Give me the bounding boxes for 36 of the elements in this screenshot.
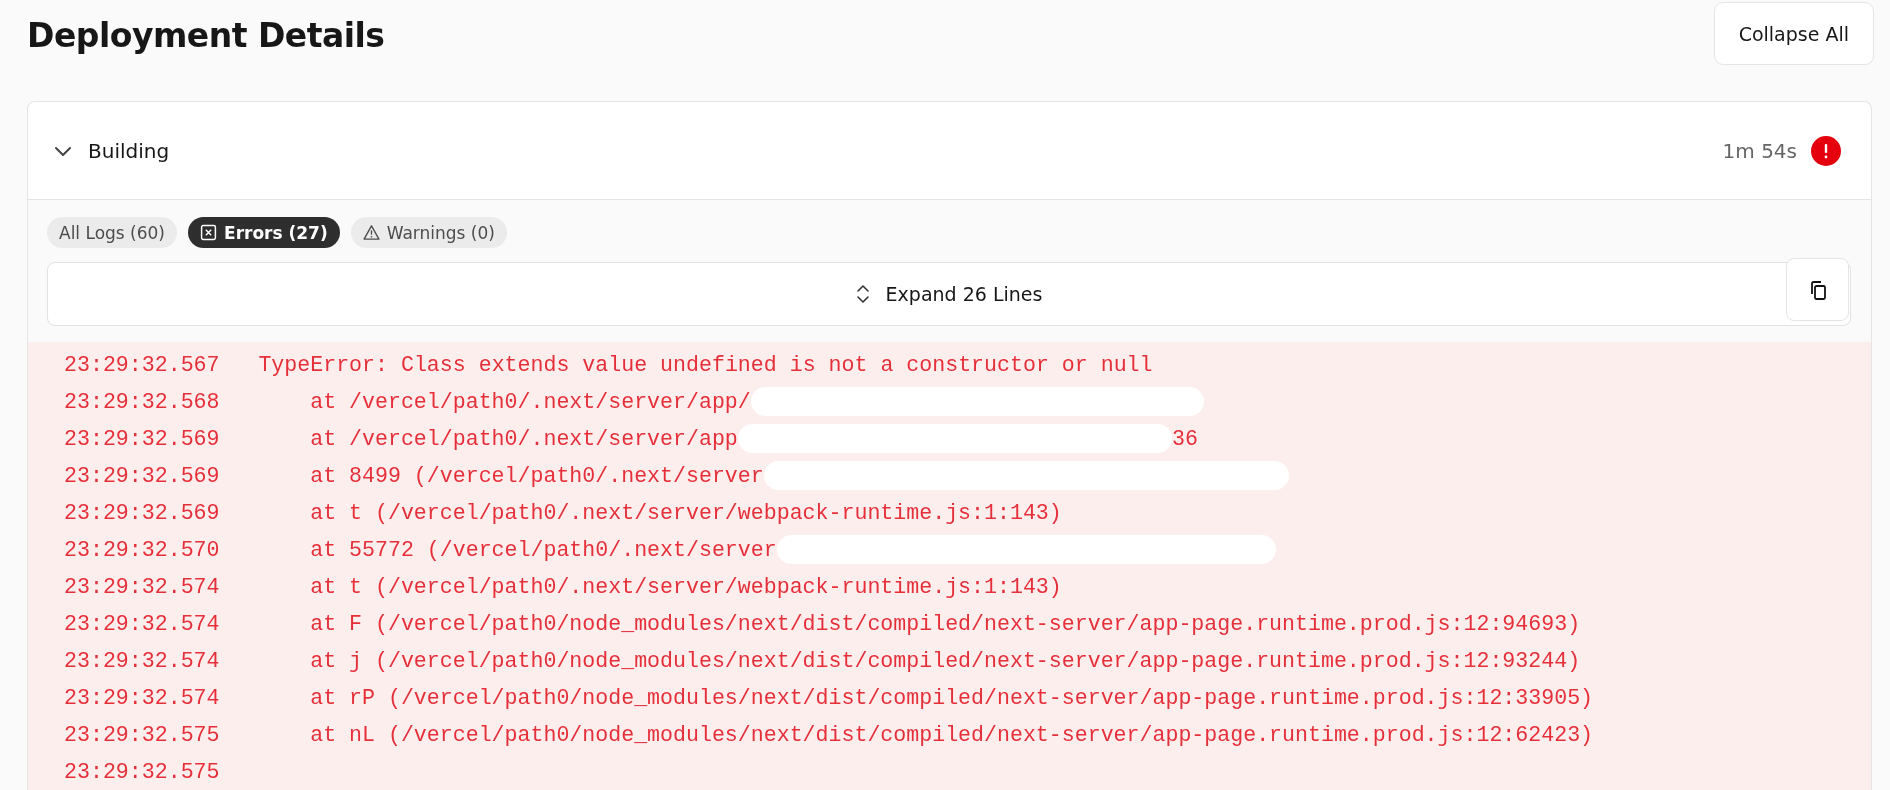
expand-lines-button[interactable]: Expand 26 Lines [47, 262, 1851, 326]
log-timestamp: 23:29:32.567 [64, 352, 220, 377]
section-title: Building [88, 138, 171, 163]
log-message: at /vercel/path0/.next/server/app/ [310, 389, 751, 414]
log-message: at nL (/vercel/path0/node_modules/next/dist/compiled/next-server/app-page.runtime.prod.js:12:62423) [310, 722, 1594, 747]
log-message: at F (/vercel/path0/node_modules/next/dist/compiled/next-server/app-page.runtime.prod.js:12:94693) [310, 611, 1581, 636]
log-message: TypeError: Class extends value undefined is not a constructor or null [258, 352, 1153, 377]
log-timestamp: 23:29:32.574 [64, 574, 220, 599]
log-message: at rP (/vercel/path0/node_modules/next/dist/compiled/next-server/app-page.runtime.prod.js:12:33905) [310, 685, 1594, 710]
filter-tab[interactable]: Warnings (0) [350, 217, 507, 248]
log-timestamp: 23:29:32.570 [64, 537, 220, 562]
log-message: at t (/vercel/path0/.next/server/webpack-runtime.js:1:143) [310, 500, 1062, 525]
log-timestamp: 23:29:32.569 [64, 500, 220, 525]
log-message: at 8499 (/vercel/path0/.next/server [310, 463, 764, 488]
log-message: 36 [1171, 426, 1198, 451]
log-timestamp: 23:29:32.575 [64, 759, 220, 784]
log-timestamp: 23:29:32.574 [64, 685, 220, 710]
log-message: at 55772 (/vercel/path0/.next/server [310, 537, 777, 562]
filter-tab[interactable]: All Logs (60) [47, 217, 177, 248]
log-timestamp: 23:29:32.574 [64, 611, 220, 636]
log-timestamp: 23:29:32.568 [64, 389, 220, 414]
log-timestamp: 23:29:32.569 [64, 463, 220, 488]
warning-icon [362, 224, 380, 241]
copy-button[interactable] [1786, 258, 1849, 321]
log-timestamp: 23:29:32.575 [64, 722, 220, 747]
log-timestamp: 23:29:32.569 [64, 426, 220, 451]
page-title: Deployment Details [27, 16, 385, 55]
log-message: at j (/vercel/path0/node_modules/next/dist/compiled/next-server/app-page.runtime.prod.js:12:93244) [310, 648, 1581, 673]
expand-icon [855, 283, 870, 305]
log-message: at /vercel/path0/.next/server/app [310, 426, 738, 451]
log-message: at t (/vercel/path0/.next/server/webpack-runtime.js:1:143) [310, 574, 1062, 599]
collapse-all-button[interactable]: Collapse All [1713, 2, 1874, 65]
duration: 1m 54s [1722, 138, 1797, 163]
x-box-icon [200, 224, 217, 241]
filter-tab[interactable]: Errors (27) [188, 217, 340, 248]
log-timestamp: 23:29:32.574 [64, 648, 220, 673]
